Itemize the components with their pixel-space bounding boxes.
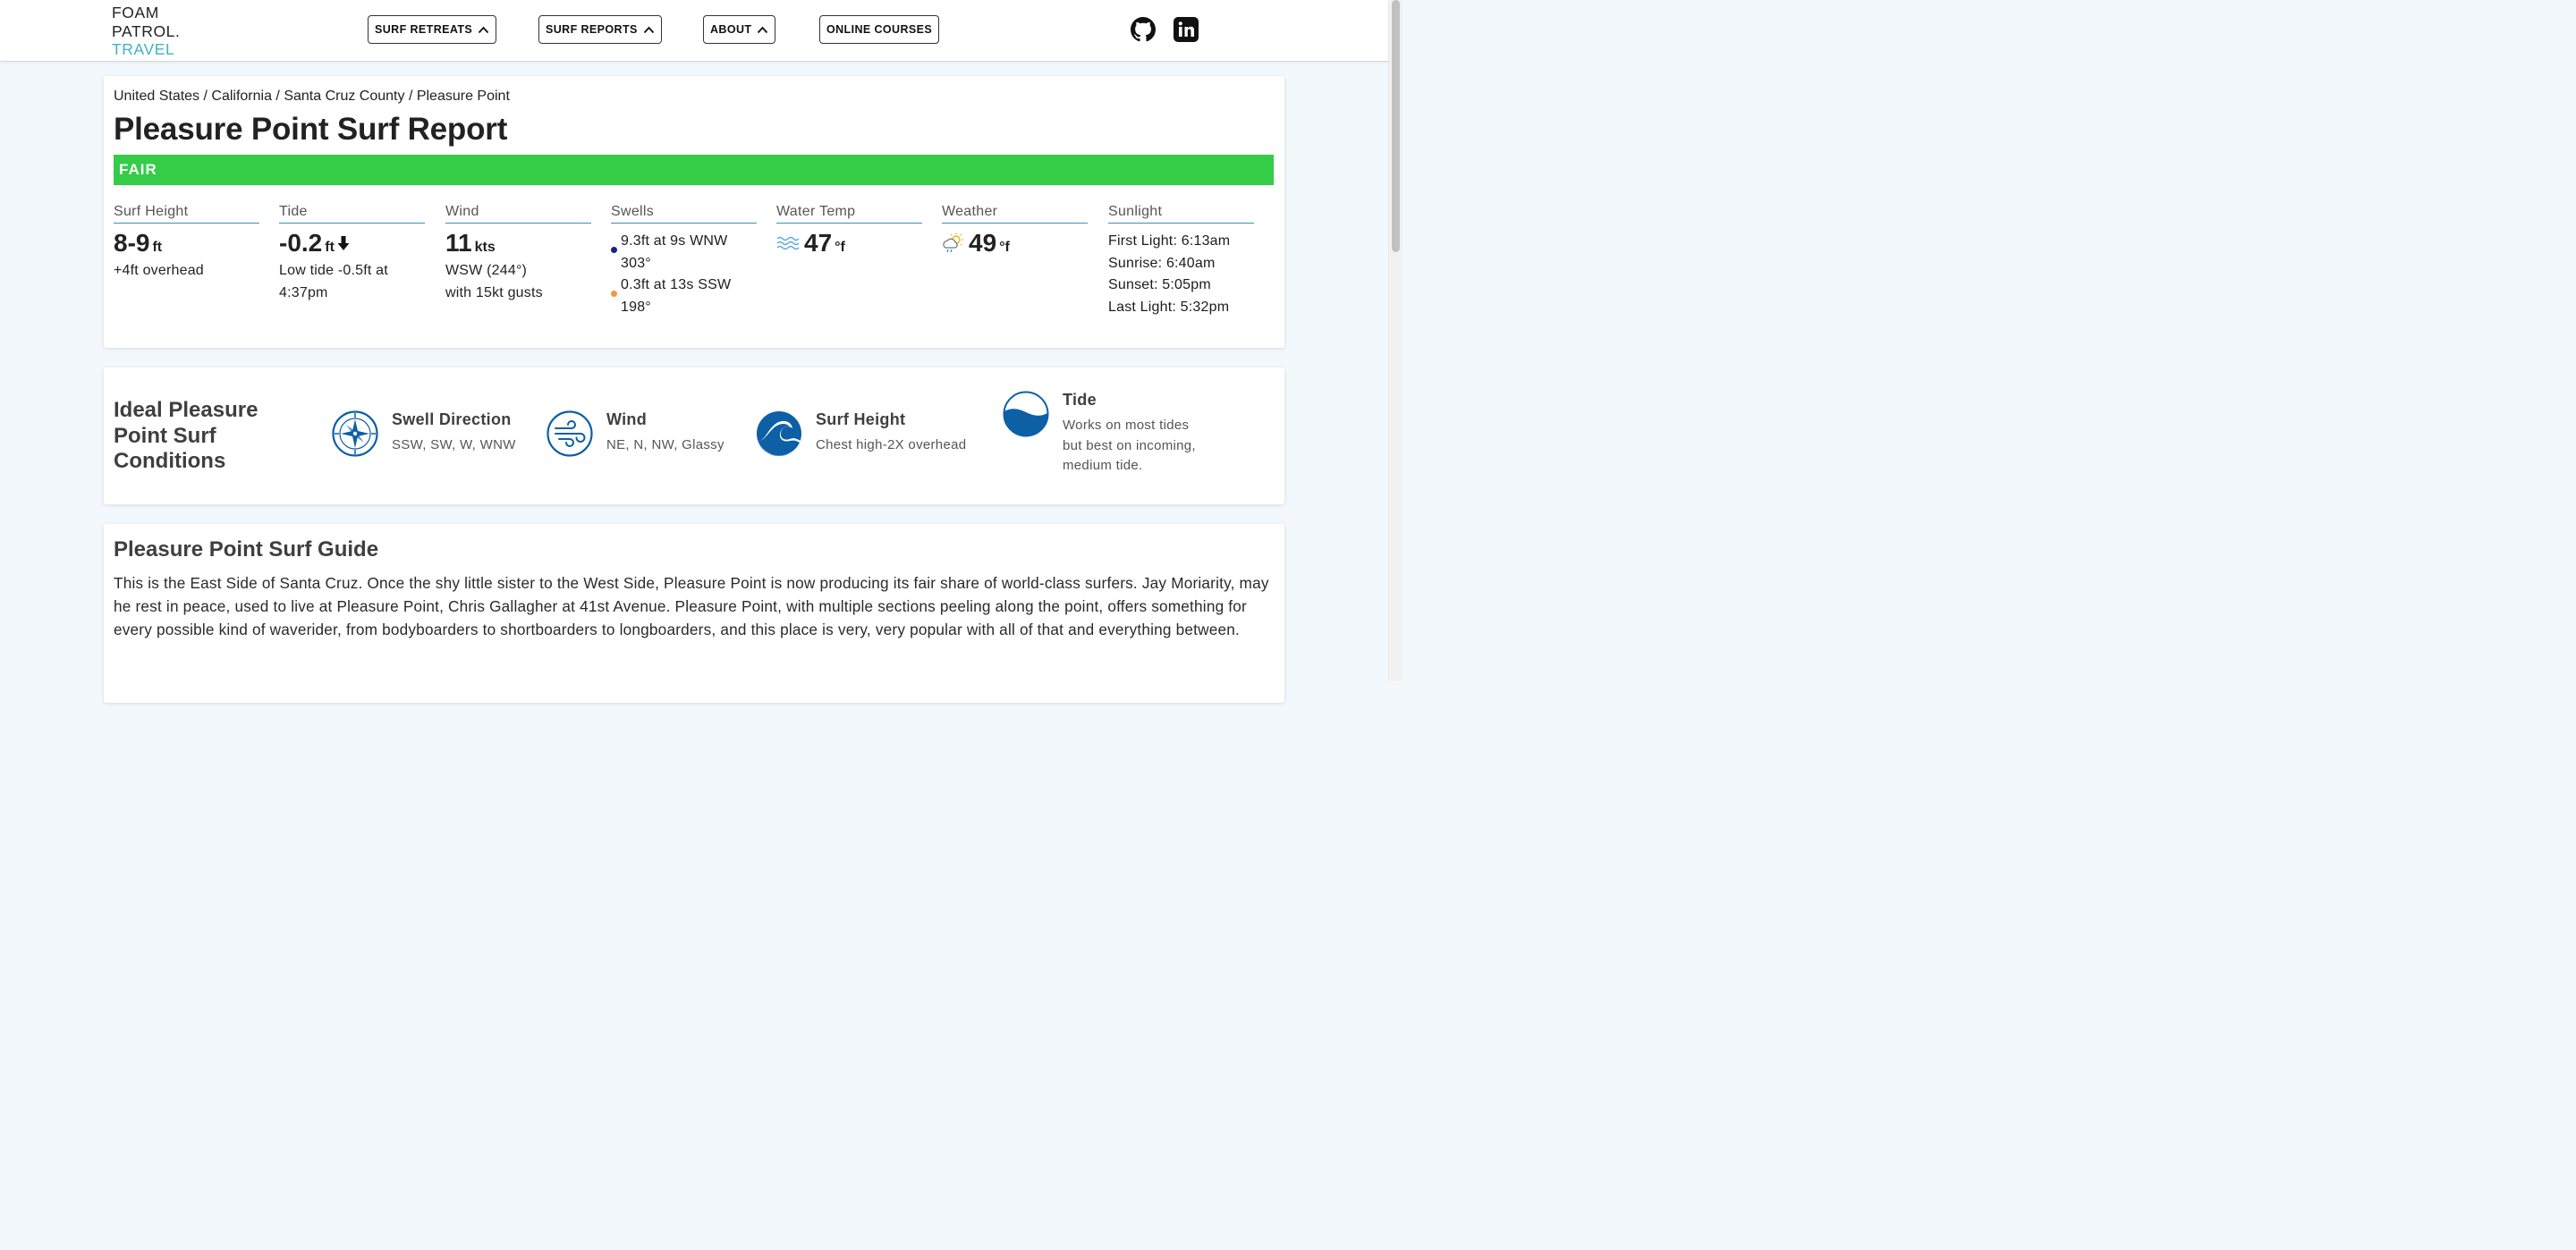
- guide-text: This is the East Side of Santa Cruz. Onc…: [114, 574, 1269, 638]
- stat-label: Swells: [611, 204, 757, 224]
- surf-guide-card: Pleasure Point Surf Guide This is the Ea…: [104, 524, 1284, 703]
- condition-value: Chest high-2X overhead: [816, 437, 967, 452]
- water-temp-unit: °f: [835, 240, 845, 255]
- condition-surf-height: Surf Height Chest high-2X overhead: [756, 410, 966, 457]
- condition-value: NE, N, NW, Glassy: [606, 437, 724, 452]
- scrollbar-thumb[interactable]: [1392, 0, 1400, 252]
- weather-value: 49: [969, 229, 997, 257]
- condition-value: Works on most tides but best on incoming…: [1063, 418, 1196, 473]
- swell-line: 9.3ft at 9s WNW: [621, 233, 728, 249]
- tide-sub: Low tide -0.5ft at 4:37pm: [279, 263, 388, 300]
- nav-online-courses-label: ONLINE COURSES: [826, 23, 933, 36]
- tide-value: -0.2: [279, 229, 323, 257]
- logo-line-patrol: PATROL.: [112, 21, 181, 40]
- arrow-down-icon: [337, 236, 350, 250]
- first-light: First Light: 6:13am: [1108, 233, 1231, 249]
- surf-height-unit: ft: [152, 240, 163, 255]
- sun-cloud-rain-icon: [943, 232, 963, 253]
- stat-surf-height: Surf Height 8-9 ft +4ft overhead: [114, 204, 259, 282]
- stat-tide: Tide -0.2 ft Low tide -0.5ft at 4:37pm: [279, 204, 425, 304]
- stat-value-row: 11 kts: [445, 229, 591, 258]
- condition-label: Surf Height: [816, 410, 906, 428]
- swell-dot-icon: [611, 247, 617, 253]
- wind-unit: kts: [474, 240, 496, 255]
- surf-height-value: 8-9: [114, 229, 150, 257]
- wind-icon: [547, 410, 593, 457]
- stat-sunlight: Sunlight First Light: 6:13am Sunrise: 6:…: [1108, 204, 1254, 319]
- stat-water-temp: Water Temp 47 °f: [776, 204, 922, 258]
- guide-title: Pleasure Point Surf Guide: [114, 537, 379, 562]
- stat-value-row: 47 °f: [776, 229, 922, 258]
- stat-label: Weather: [942, 204, 1088, 224]
- water-waves-icon: [776, 236, 800, 250]
- nav-online-courses-button[interactable]: ONLINE COURSES: [819, 15, 940, 44]
- stat-label: Surf Height: [114, 204, 259, 224]
- stat-swells: Swells 9.3ft at 9s WNW 303° 0.3ft at 13s…: [611, 204, 757, 318]
- condition-label: Wind: [606, 410, 648, 428]
- wind-direction: WSW (244°): [445, 263, 528, 278]
- swell-dot-icon: [611, 291, 617, 297]
- logo-line-foam: FOAM: [112, 4, 159, 21]
- stat-label: Sunlight: [1108, 204, 1254, 224]
- conditions-title: Ideal Pleasure Point Surf Conditions: [114, 398, 258, 473]
- nav-surf-retreats-button[interactable]: SURF RETREATS: [368, 15, 497, 44]
- condition-swell-direction: Swell Direction SSW, SW, W, WNW: [332, 410, 516, 457]
- sunrise: Sunrise: 6:40am: [1108, 255, 1216, 271]
- stat-label: Water Temp: [776, 204, 922, 224]
- nav-surf-reports-button[interactable]: SURF REPORTS: [538, 15, 662, 44]
- swell-line: 303°: [621, 255, 651, 271]
- condition-label: Swell Direction: [392, 410, 512, 428]
- tide-unit: ft: [325, 240, 335, 255]
- sunset: Sunset: 5:05pm: [1108, 277, 1211, 293]
- wind-value: 11: [445, 229, 472, 257]
- swell-line: 198°: [621, 299, 651, 315]
- water-temp-value: 47: [804, 229, 833, 257]
- breadcrumb[interactable]: United States / California / Santa Cruz …: [114, 89, 510, 105]
- stat-label: Wind: [445, 204, 591, 224]
- github-icon[interactable]: [1131, 17, 1156, 42]
- logo-line-travel: TRAVEL: [112, 40, 175, 58]
- swell-list: 9.3ft at 9s WNW 303° 0.3ft at 13s SSW 19…: [611, 231, 757, 318]
- stat-value-row: 8-9 ft: [114, 229, 259, 258]
- swell-line: 0.3ft at 13s SSW: [621, 277, 732, 292]
- rating-badge: FAIR: [114, 155, 1274, 185]
- swell-item: 0.3ft at 13s SSW 198°: [611, 274, 757, 318]
- chevron-up-icon: [758, 26, 768, 33]
- nav-surf-reports-label: SURF REPORTS: [546, 23, 638, 36]
- nav-surf-retreats-label: SURF RETREATS: [375, 23, 473, 36]
- page-title: Pleasure Point Surf Report: [114, 112, 508, 147]
- stat-weather: Weather 49 °f: [942, 204, 1088, 258]
- condition-value: SSW, SW, W, WNW: [392, 437, 516, 452]
- sunlight-list: First Light: 6:13am Sunrise: 6:40am Suns…: [1108, 231, 1254, 319]
- ideal-conditions-card: Ideal Pleasure Point Surf Conditions Swe…: [104, 367, 1284, 504]
- page-scrollbar[interactable]: [1388, 0, 1402, 680]
- stat-wind: Wind 11 kts WSW (244°) with 15kt gusts: [445, 204, 591, 304]
- chevron-up-icon: [478, 26, 489, 33]
- stat-value-row: 49 °f: [942, 229, 1088, 258]
- wave-icon: [757, 411, 801, 456]
- wind-gusts: with 15kt gusts: [445, 285, 543, 300]
- condition-label: Tide: [1063, 391, 1097, 409]
- last-light: Last Light: 5:32pm: [1108, 300, 1230, 316]
- swell-item: 9.3ft at 9s WNW 303°: [611, 231, 757, 274]
- chevron-up-icon: [643, 26, 654, 33]
- stat-label: Tide: [279, 204, 425, 224]
- site-header: FOAM PATROL. TRAVEL SURF RETREATS SURF R…: [0, 0, 1388, 62]
- condition-tide: Tide Works on most tides but best on inc…: [1003, 391, 1208, 477]
- condition-wind: Wind NE, N, NW, Glassy: [547, 410, 724, 457]
- nav-about-button[interactable]: ABOUT: [703, 15, 776, 44]
- linkedin-icon[interactable]: [1174, 17, 1199, 42]
- site-logo[interactable]: FOAM PATROL. TRAVEL: [112, 4, 180, 59]
- weather-unit: °f: [999, 240, 1010, 255]
- compass-icon: [332, 410, 378, 457]
- stat-value-row: -0.2 ft: [279, 229, 425, 258]
- surf-report-card: United States / California / Santa Cruz …: [104, 76, 1284, 348]
- surf-height-sub: +4ft overhead: [114, 263, 204, 278]
- tide-icon: [1003, 391, 1049, 437]
- nav-about-label: ABOUT: [710, 23, 752, 36]
